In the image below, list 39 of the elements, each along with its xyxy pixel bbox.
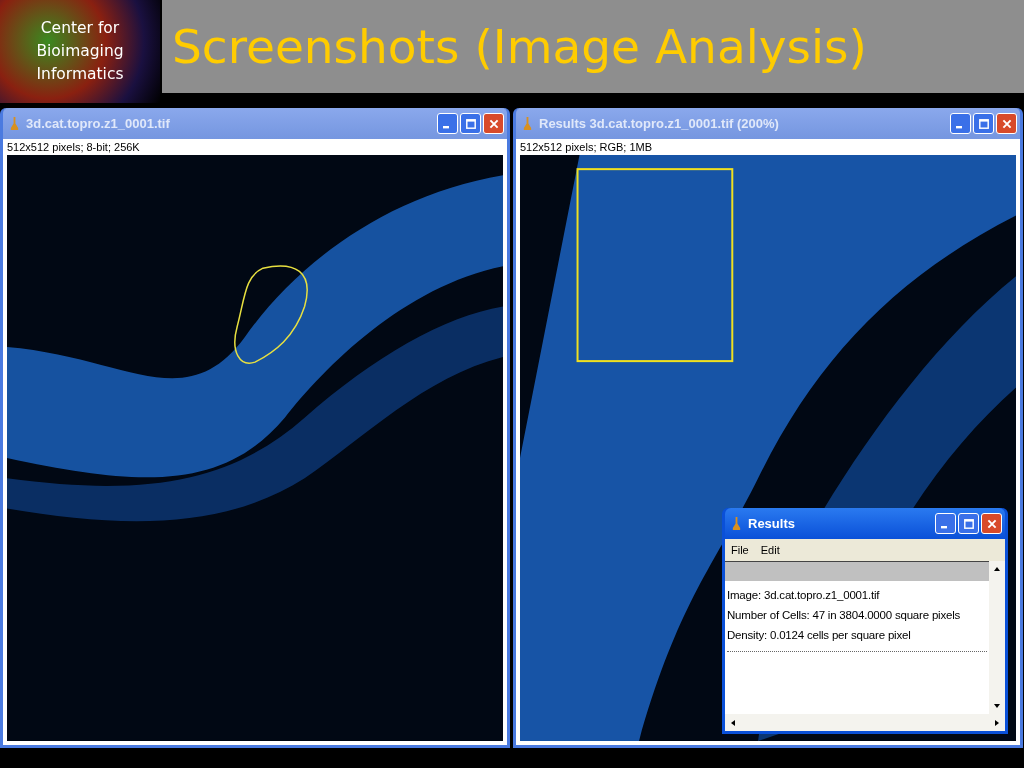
- minimize-button[interactable]: [950, 113, 971, 134]
- maximize-icon: [977, 117, 990, 130]
- window-title: Results 3d.cat.topro.z1_0001.tif (200%): [539, 116, 780, 131]
- window-title: 3d.cat.topro.z1_0001.tif: [26, 116, 171, 131]
- scroll-left-icon: [729, 718, 737, 727]
- minimize-button[interactable]: [935, 513, 956, 534]
- microscope-icon: [9, 116, 20, 131]
- maximize-icon: [464, 117, 477, 130]
- minimize-icon: [941, 526, 947, 529]
- microscope-icon: [522, 116, 533, 131]
- scroll-down-icon: [993, 702, 1001, 710]
- microscope-icon: [731, 516, 742, 531]
- minimize-icon: [443, 126, 449, 129]
- scroll-right-icon: [993, 718, 1001, 727]
- scroll-up-icon: [993, 565, 1001, 573]
- image-info: 512x512 pixels; 8-bit; 256K: [7, 140, 141, 155]
- horizontal-scrollbar[interactable]: [725, 714, 1005, 731]
- maximize-button[interactable]: [460, 113, 481, 134]
- close-icon: [1000, 117, 1013, 130]
- slide-title: Screenshots (Image Analysis): [172, 19, 867, 74]
- result-line: Image: 3d.cat.topro.z1_0001.tif: [727, 588, 881, 603]
- close-button[interactable]: [996, 113, 1017, 134]
- minimize-icon: [956, 126, 962, 129]
- close-button[interactable]: [483, 113, 504, 134]
- close-button[interactable]: [981, 513, 1002, 534]
- menu-item[interactable]: File: [731, 544, 749, 556]
- image-info: 512x512 pixels; RGB; 1MB: [520, 140, 654, 155]
- result-line: Number of Cells: 47 in 3804.0000 square pixels: [727, 608, 962, 623]
- minimize-button[interactable]: [437, 113, 458, 134]
- close-icon: [985, 517, 998, 530]
- maximize-button[interactable]: [958, 513, 979, 534]
- vertical-scrollbar[interactable]: [989, 561, 1005, 714]
- result-line: Density: 0.0124 cells per square pixel: [727, 628, 912, 643]
- window-title: Results: [748, 516, 796, 531]
- maximize-button[interactable]: [973, 113, 994, 134]
- logo-text: Center for Bioimaging Informatics: [35, 18, 125, 85]
- close-icon: [487, 117, 500, 130]
- maximize-icon: [962, 517, 975, 530]
- menu-item[interactable]: Edit: [760, 544, 780, 556]
